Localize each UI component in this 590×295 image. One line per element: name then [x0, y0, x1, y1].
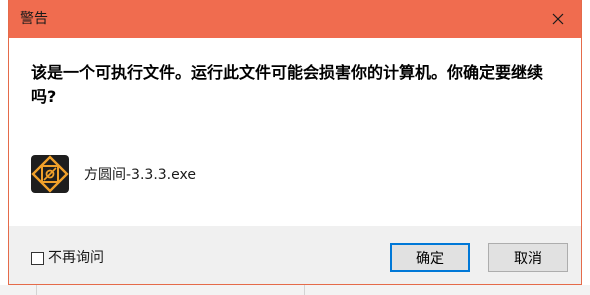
file-name: 方圆间-3.3.3.exe — [84, 167, 196, 183]
dialog-body: 该是一个可执行文件。运行此文件可能会损害你的计算机。你确定要继续吗? 方圆间-3… — [9, 38, 581, 226]
warning-message: 该是一个可执行文件。运行此文件可能会损害你的计算机。你确定要继续吗? — [31, 63, 544, 106]
screen: 警告 该是一个可执行文件。运行此文件可能会损害你的计算机。你确定要继续吗? 方圆… — [0, 0, 590, 295]
dialog-footer: 不再询问 确定 取消 — [9, 226, 581, 284]
dont-ask-again-checkbox[interactable] — [31, 251, 44, 265]
ok-button[interactable]: 确定 — [390, 243, 470, 272]
background-divider — [304, 285, 305, 295]
close-icon — [552, 13, 564, 25]
background-window-strip — [0, 285, 590, 295]
close-button[interactable] — [535, 0, 581, 38]
app-logo-icon — [31, 155, 69, 193]
dont-ask-again-option[interactable]: 不再询问 — [31, 250, 104, 266]
cancel-button[interactable]: 取消 — [488, 243, 568, 272]
background-divider — [36, 285, 37, 295]
warning-dialog: 警告 该是一个可执行文件。运行此文件可能会损害你的计算机。你确定要继续吗? 方圆… — [8, 0, 582, 285]
dialog-titlebar[interactable]: 警告 — [9, 0, 581, 38]
dialog-title: 警告 — [20, 11, 48, 27]
dont-ask-again-label[interactable]: 不再询问 — [48, 250, 104, 266]
